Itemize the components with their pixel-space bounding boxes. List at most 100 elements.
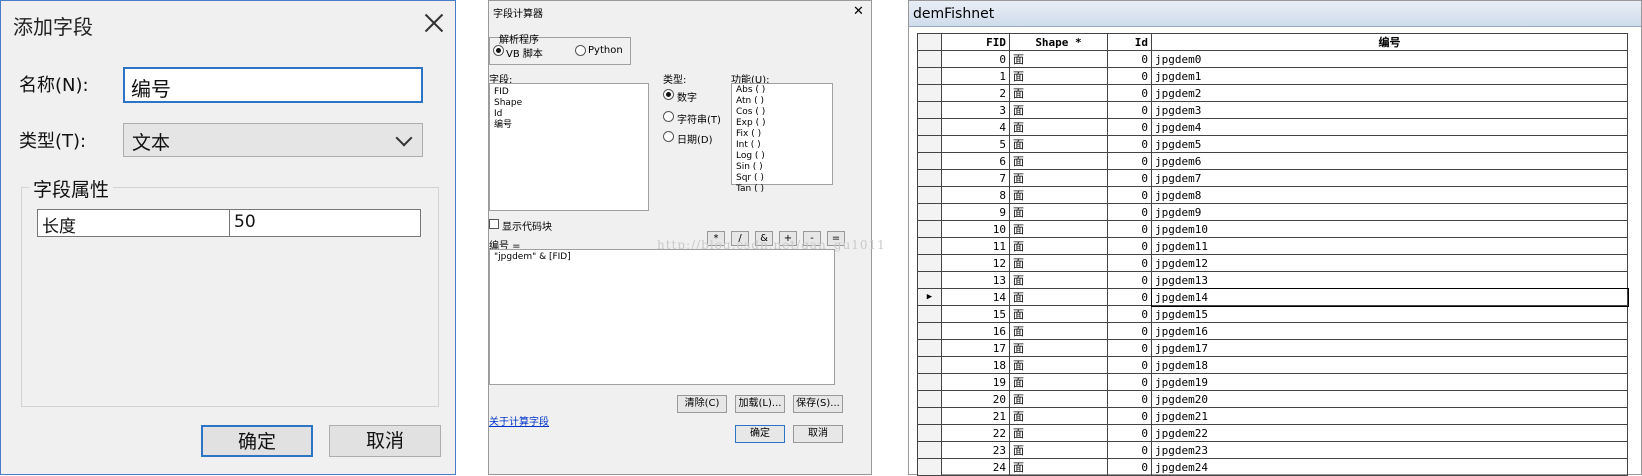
save-button[interactable]: 保存(S)... [793,395,843,413]
parser-python-radio[interactable] [575,45,586,56]
row-selector[interactable] [917,152,942,170]
type-string-radio[interactable] [663,111,674,122]
cell-number: jpgdem23 [1151,441,1628,459]
close-icon[interactable]: ✕ [853,4,864,19]
properties-table: 长度 50 [37,209,421,237]
table-row[interactable]: 11 面 0 jpgdem11 [917,237,1628,255]
table-row[interactable]: 0 面 0 jpgdem0 [917,50,1628,68]
fields-list[interactable]: FID Shape Id 编号 [489,83,649,211]
table-row[interactable]: 1 面 0 jpgdem1 [917,67,1628,85]
column-header-id[interactable]: Id [1107,33,1152,51]
ok-button[interactable]: 确定 [201,425,313,457]
name-input[interactable]: 编号 [123,67,423,103]
row-selector[interactable] [917,50,942,68]
list-item[interactable]: FID [490,84,648,98]
row-selector[interactable] [917,169,942,187]
row-selector[interactable] [917,203,942,221]
row-selector[interactable] [917,322,942,340]
table-row[interactable]: 19 面 0 jpgdem19 [917,373,1628,391]
row-selector[interactable] [917,424,942,442]
row-selector[interactable] [917,237,942,255]
table-row[interactable]: 12 面 0 jpgdem12 [917,254,1628,272]
table-row[interactable]: 9 面 0 jpgdem9 [917,203,1628,221]
row-selector[interactable] [917,407,942,425]
row-selector[interactable] [917,339,942,357]
list-item[interactable]: Sqr ( ) [732,173,832,184]
list-item[interactable]: Log ( ) [732,151,832,162]
type-select[interactable]: 文本 [123,123,423,157]
table-row[interactable]: 8 面 0 jpgdem8 [917,186,1628,204]
cell-number: jpgdem8 [1151,186,1628,204]
table-row[interactable]: 22 面 0 jpgdem22 [917,424,1628,442]
list-item[interactable]: 编号 [490,120,648,131]
table-row[interactable]: 17 面 0 jpgdem17 [917,339,1628,357]
add-field-dialog: 添加字段 名称(N): 编号 类型(T): 文本 字段属性 长度 50 确定 取… [0,0,456,475]
row-selector[interactable] [917,67,942,85]
property-value[interactable]: 50 [230,210,260,236]
parser-vb-radio[interactable] [493,45,504,56]
table-row[interactable]: 18 面 0 jpgdem18 [917,356,1628,374]
row-selector[interactable] [917,441,942,459]
expression-textarea[interactable]: "jpgdem" & [FID] [489,249,835,385]
table-row[interactable]: 2 面 0 jpgdem2 [917,84,1628,102]
column-header-shape[interactable]: Shape * [1009,33,1108,51]
list-item[interactable]: Shape [490,98,648,109]
select-column-header[interactable] [917,33,942,51]
row-selector[interactable] [917,135,942,153]
list-item[interactable]: Exp ( ) [732,118,832,129]
table-row[interactable]: 4 面 0 jpgdem4 [917,118,1628,136]
about-calculate-link[interactable]: 关于计算字段 [489,413,549,428]
row-selector[interactable] [917,84,942,102]
load-button[interactable]: 加载(L)... [735,395,785,413]
clear-button[interactable]: 清除(C) [677,395,727,413]
column-header-fid[interactable]: FID [941,33,1010,51]
row-selector[interactable] [917,101,942,119]
cancel-button[interactable]: 取消 [329,425,441,457]
row-selector[interactable] [917,254,942,272]
list-item[interactable]: Sin ( ) [732,162,832,173]
list-item[interactable]: Int ( ) [732,140,832,151]
row-selector[interactable] [917,458,942,476]
list-item[interactable]: Cos ( ) [732,107,832,118]
type-number-label: 数字 [677,93,697,104]
table-row[interactable]: 6 面 0 jpgdem6 [917,152,1628,170]
list-item[interactable]: Atn ( ) [732,96,832,107]
row-selector[interactable] [917,356,942,374]
table-row[interactable]: 3 面 0 jpgdem3 [917,101,1628,119]
list-item[interactable]: Fix ( ) [732,129,832,140]
table-row[interactable]: ▶ 14 面 0 jpgdem14 [917,287,1629,307]
table-row[interactable]: 5 面 0 jpgdem5 [917,135,1628,153]
row-selector[interactable] [917,220,942,238]
table-row[interactable]: 13 面 0 jpgdem13 [917,271,1628,289]
type-date-radio[interactable] [663,131,674,142]
list-item[interactable]: Tan ( ) [732,184,832,195]
ok-button[interactable]: 确定 [735,425,785,443]
table-row[interactable]: 10 面 0 jpgdem10 [917,220,1628,238]
cell-fid: 6 [941,152,1010,170]
table-row[interactable]: 7 面 0 jpgdem7 [917,169,1628,187]
table-row[interactable]: 24 面 0 jpgdem24 [917,458,1628,476]
table-row[interactable]: 23 面 0 jpgdem23 [917,441,1628,459]
row-selector[interactable] [917,118,942,136]
table-row[interactable]: 21 面 0 jpgdem21 [917,407,1628,425]
dialog-title: 字段计算器 [493,9,543,20]
close-icon[interactable] [419,9,449,39]
table-row[interactable]: 15 面 0 jpgdem15 [917,305,1628,323]
list-item[interactable]: Id [490,109,648,120]
show-codeblock-checkbox[interactable] [489,219,499,229]
type-number-radio[interactable] [663,89,674,100]
row-selector[interactable] [917,271,942,289]
table-row[interactable]: 16 面 0 jpgdem16 [917,322,1628,340]
row-selector[interactable] [917,305,942,323]
cell-shape: 面 [1009,237,1108,255]
row-selector[interactable] [917,373,942,391]
list-item[interactable]: Abs ( ) [732,84,832,96]
row-selector[interactable] [917,186,942,204]
cancel-button[interactable]: 取消 [793,425,843,443]
cell-shape: 面 [1009,254,1108,272]
column-header-number[interactable]: 编号 [1151,33,1628,51]
row-selector[interactable] [917,390,942,408]
table-row[interactable]: 20 面 0 jpgdem20 [917,390,1628,408]
row-selector[interactable]: ▶ [917,288,942,306]
functions-list[interactable]: Abs ( ) Atn ( ) Cos ( ) Exp ( ) Fix ( ) … [731,83,833,194]
